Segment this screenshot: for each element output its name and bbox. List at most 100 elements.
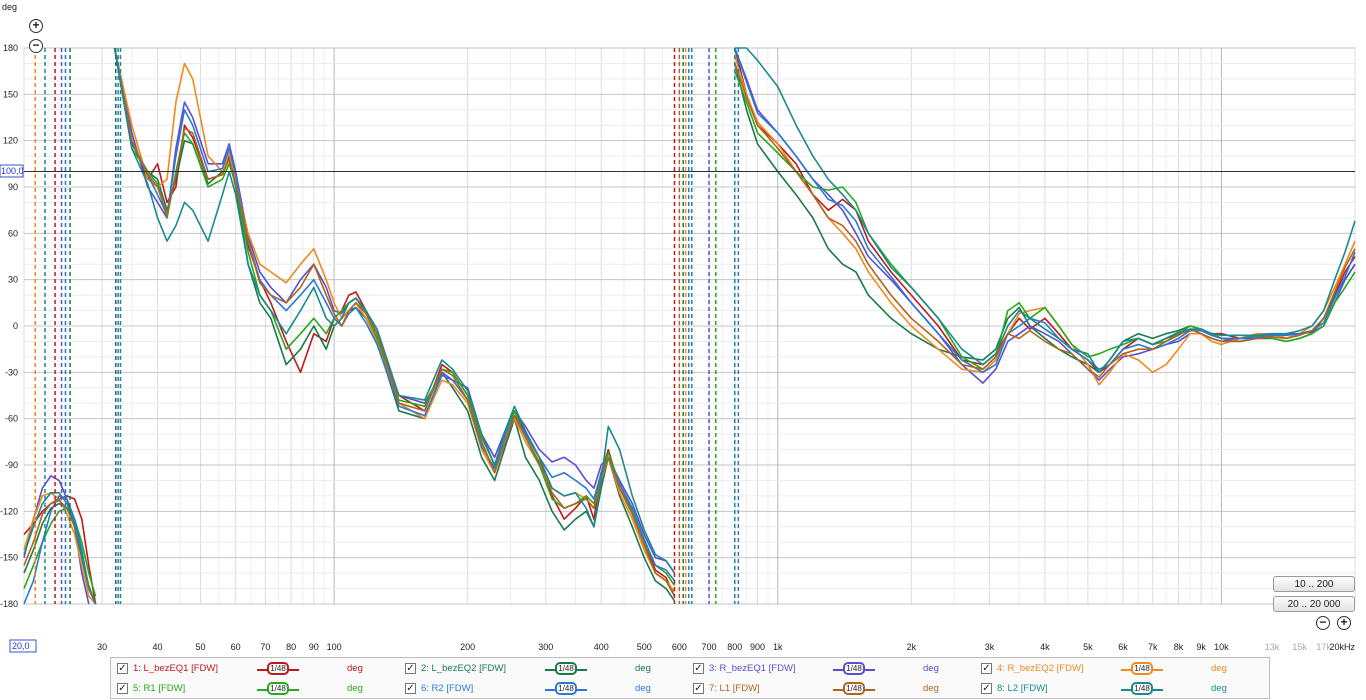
x-tick-label: 6k: [1118, 642, 1128, 652]
x-tick-label: 20kHz: [1329, 642, 1355, 652]
legend-unit: deg: [1211, 683, 1227, 694]
x-tick-label: 5k: [1083, 642, 1093, 652]
legend-item-label: 2: L_bezEQ2 [FDW]: [421, 663, 507, 674]
zoom-in-vertical-icon[interactable]: +: [29, 19, 43, 33]
legend-item-7[interactable]: ✓ 7: L1 [FDW] 1/48 deg: [693, 680, 973, 698]
x-tick-label: 800: [727, 642, 742, 652]
legend-checkbox[interactable]: ✓: [117, 663, 128, 674]
legend-item-label: 8: L2 [FDW]: [997, 683, 1048, 694]
zoom-out-horizontal-icon[interactable]: −: [1316, 616, 1330, 630]
y-tick-label: -30: [5, 367, 18, 377]
legend-item-5[interactable]: ✓ 5: R1 [FDW] 1/48 deg: [117, 680, 397, 698]
smoothing-value: 1/48: [1131, 662, 1153, 675]
y-tick-label: 150: [3, 89, 18, 99]
smoothing-value: 1/48: [843, 662, 865, 675]
smoothing-button[interactable]: 1/48: [257, 662, 299, 676]
y-tick-label: 30: [8, 275, 18, 285]
cursor-y-readout: 100,0: [0, 164, 24, 178]
x-tick-label: 50: [196, 642, 206, 652]
legend-item-label: 5: R1 [FDW]: [133, 683, 186, 694]
svg-text:20,0: 20,0: [12, 641, 30, 651]
zoom-in-horizontal-icon[interactable]: +: [1337, 616, 1351, 630]
legend-checkbox[interactable]: ✓: [117, 683, 128, 694]
legend-item-6[interactable]: ✓ 6: R2 [FDW] 1/48 deg: [405, 680, 685, 698]
legend-item-1[interactable]: ✓ 1: L_bezEQ1 [FDW] 1/48 deg: [117, 660, 397, 678]
x-tick-label: 8k: [1174, 642, 1184, 652]
smoothing-value: 1/48: [843, 682, 865, 695]
x-tick-label: 80: [286, 642, 296, 652]
legend-item-3[interactable]: ✓ 3: R_bezEQ1 [FDW] 1/48 deg: [693, 660, 973, 678]
smoothing-button[interactable]: 1/48: [545, 682, 587, 696]
legend-item-label: 1: L_bezEQ1 [FDW]: [133, 663, 219, 674]
legend-checkbox[interactable]: ✓: [981, 663, 992, 674]
x-tick-label: 700: [702, 642, 717, 652]
smoothing-button[interactable]: 1/48: [1121, 682, 1163, 696]
legend-unit: deg: [635, 663, 651, 674]
svg-text:100,0: 100,0: [1, 166, 24, 176]
x-tick-label: 13k: [1265, 642, 1280, 652]
y-tick-label: 0: [13, 321, 18, 331]
x-tick-label: 70: [260, 642, 270, 652]
x-tick-label: 9k: [1196, 642, 1206, 652]
y-tick-label: -150: [0, 553, 18, 563]
y-tick-label: -60: [5, 414, 18, 424]
y-tick-label: 180: [3, 43, 18, 53]
smoothing-value: 1/48: [555, 662, 577, 675]
x-tick-label: 60: [231, 642, 241, 652]
y-axis-unit: deg: [2, 2, 17, 12]
x-tick-label: 2k: [907, 642, 917, 652]
legend-checkbox[interactable]: ✓: [693, 683, 704, 694]
legend-item-4[interactable]: ✓ 4: R_bezEQ2 [FDW] 1/48 deg: [981, 660, 1261, 678]
y-tick-label: -180: [0, 599, 18, 609]
phase-chart[interactable]: 1801501209060300-30-60-90-120-150-180 30…: [0, 0, 1366, 655]
x-tick-label: 7k: [1148, 642, 1158, 652]
legend-checkbox[interactable]: ✓: [693, 663, 704, 674]
x-tick-label: 10k: [1214, 642, 1229, 652]
legend-unit: deg: [347, 663, 363, 674]
smoothing-value: 1/48: [555, 682, 577, 695]
smoothing-value: 1/48: [267, 682, 289, 695]
legend-checkbox[interactable]: ✓: [405, 663, 416, 674]
x-tick-label: 900: [750, 642, 765, 652]
legend-unit: deg: [635, 683, 651, 694]
legend-checkbox[interactable]: ✓: [981, 683, 992, 694]
y-tick-label: 90: [8, 182, 18, 192]
x-tick-label: 90: [309, 642, 319, 652]
y-tick-label: 120: [3, 136, 18, 146]
x-tick-label: 200: [460, 642, 475, 652]
smoothing-button[interactable]: 1/48: [833, 682, 875, 696]
x-tick-label: 300: [538, 642, 553, 652]
x-tick-label: 40: [153, 642, 163, 652]
legend-unit: deg: [347, 683, 363, 694]
legend-item-label: 7: L1 [FDW]: [709, 683, 760, 694]
x-tick-label: 600: [672, 642, 687, 652]
x-tick-label: 4k: [1040, 642, 1050, 652]
smoothing-value: 1/48: [267, 662, 289, 675]
legend-item-label: 4: R_bezEQ2 [FDW]: [997, 663, 1084, 674]
legend-item-2[interactable]: ✓ 2: L_bezEQ2 [FDW] 1/48 deg: [405, 660, 685, 678]
legend-panel: ✓ 1: L_bezEQ1 [FDW] 1/48 deg ✓ 2: L_bezEQ2 [F…: [110, 657, 1270, 699]
smoothing-value: 1/48: [1131, 682, 1153, 695]
y-tick-label: -90: [5, 460, 18, 470]
smoothing-button[interactable]: 1/48: [545, 662, 587, 676]
zoom-out-vertical-icon[interactable]: −: [29, 39, 43, 53]
legend-item-label: 3: R_bezEQ1 [FDW]: [709, 663, 796, 674]
y-tick-label: -120: [0, 506, 18, 516]
x-tick-label: 30: [97, 642, 107, 652]
legend-item-label: 6: R2 [FDW]: [421, 683, 474, 694]
smoothing-button[interactable]: 1/48: [1121, 662, 1163, 676]
legend-checkbox[interactable]: ✓: [405, 683, 416, 694]
range-10-200-button[interactable]: 10 .. 200: [1273, 576, 1355, 592]
range-20-20000-button[interactable]: 20 .. 20 000: [1273, 596, 1355, 612]
smoothing-button[interactable]: 1/48: [833, 662, 875, 676]
x-tick-label: 100: [327, 642, 342, 652]
x-tick-label: 3k: [985, 642, 995, 652]
legend-unit: deg: [1211, 663, 1227, 674]
legend-item-8[interactable]: ✓ 8: L2 [FDW] 1/48 deg: [981, 680, 1261, 698]
smoothing-button[interactable]: 1/48: [257, 682, 299, 696]
x-tick-label: 1k: [773, 642, 783, 652]
x-tick-label: 400: [594, 642, 609, 652]
x-tick-label: 15k: [1292, 642, 1307, 652]
legend-unit: deg: [923, 683, 939, 694]
legend-unit: deg: [923, 663, 939, 674]
